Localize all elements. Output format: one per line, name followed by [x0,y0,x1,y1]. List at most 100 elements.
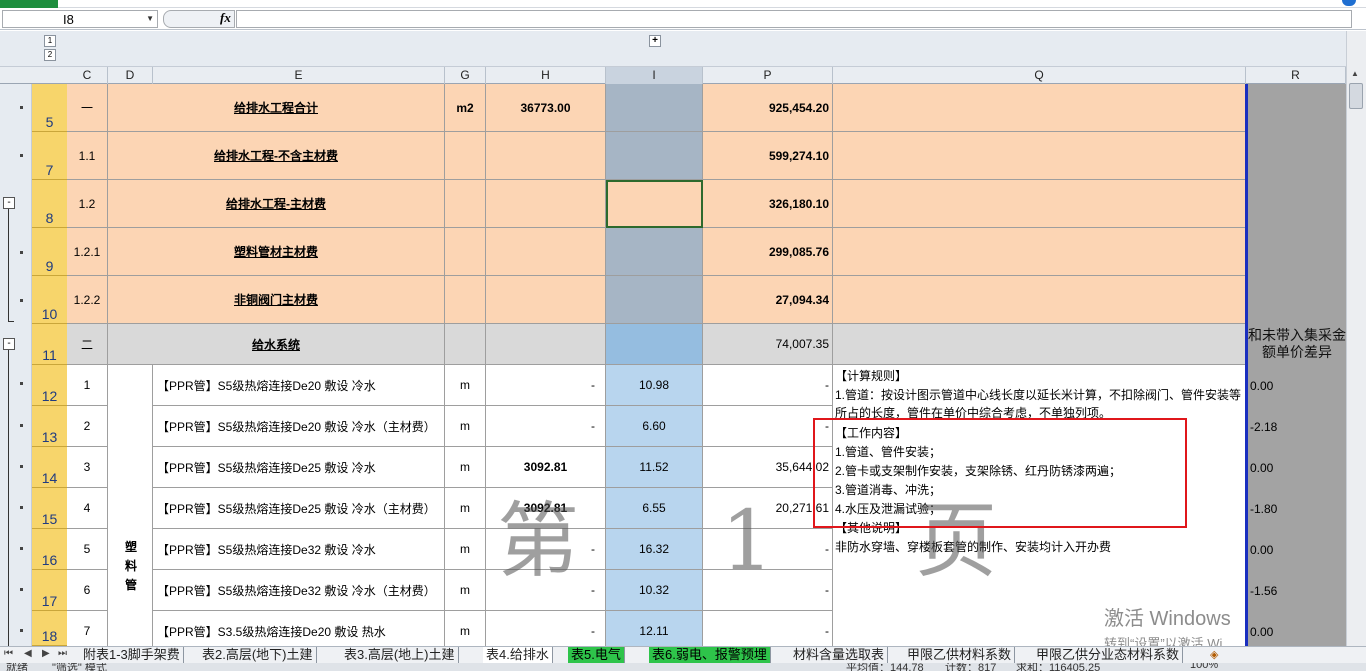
name-box[interactable]: I8 ▼ [2,10,158,28]
cell-e15[interactable]: 【PPR管】S5级热熔连接De25 敷设 冷水（主材费） [153,488,445,529]
row-header[interactable]: 8 [32,180,67,228]
cell-r13[interactable]: -2.18 [1248,406,1346,447]
row-header[interactable]: 13 [32,406,67,447]
row-header[interactable]: 14 [32,447,67,488]
insert-function-icon[interactable]: fx [220,10,231,26]
cell-h7[interactable] [486,132,606,180]
outline-col-level-2-button[interactable]: 2 [44,49,56,61]
sheet-tab[interactable]: 材料含量选取表 [790,647,889,663]
cell-r16[interactable]: 0.00 [1248,529,1346,570]
column-header-c[interactable]: C [67,67,108,84]
sheet-tab-active[interactable]: 表4.给排水 [483,647,553,663]
row-header[interactable]: 18 [32,611,67,646]
sheet-tab[interactable]: 表2.高层(地下)土建 [199,647,317,663]
cell-c8[interactable]: 1.2 [67,180,108,228]
cell-g15[interactable]: m [445,488,486,529]
cell-i13[interactable]: 6.60 [606,406,703,447]
cell-i7[interactable] [606,132,703,180]
cell-i17[interactable]: 10.32 [606,570,703,611]
next-sheet-icon[interactable]: ▶ [42,648,50,659]
cell-i5[interactable] [606,84,703,132]
cell-p9[interactable]: 299,085.76 [703,228,833,276]
cell-h13[interactable]: - [486,406,606,447]
row-header[interactable]: 16 [32,529,67,570]
outline-col-level-1-button[interactable]: 1 [44,35,56,47]
cell-p14[interactable]: 35,644.02 [703,447,833,488]
cell-p18[interactable]: - [703,611,833,646]
cell-h18[interactable]: - [486,611,606,646]
collapse-group-icon[interactable]: - [3,197,15,209]
cell-p13[interactable]: - [703,406,833,447]
zoom-level[interactable]: 100% [1190,663,1218,671]
cell-h12[interactable]: - [486,365,606,406]
column-header-p[interactable]: P [703,67,833,84]
cell-i11[interactable] [606,324,703,365]
cell-e9[interactable]: 塑料管材主材费 [108,228,445,276]
sheet-tab[interactable]: 表3.高层(地上)土建 [341,647,459,663]
cell-q11[interactable] [833,324,1246,365]
cell-p17[interactable]: - [703,570,833,611]
cell-h17[interactable]: - [486,570,606,611]
cell-h14[interactable]: 3092.81 [486,447,606,488]
cell-g17[interactable]: m [445,570,486,611]
cell-p16[interactable]: - [703,529,833,570]
column-header-g[interactable]: G [445,67,486,84]
formula-input[interactable] [236,10,1352,28]
cell-e13[interactable]: 【PPR管】S5级热熔连接De20 敷设 冷水（主材费） [153,406,445,447]
cell-g12[interactable]: m [445,365,486,406]
row-header[interactable]: 5 [32,84,67,132]
first-sheet-icon[interactable]: ⏮ [4,648,13,659]
cell-e8[interactable]: 给排水工程-主材费 [108,180,445,228]
cell-e17[interactable]: 【PPR管】S5级热熔连接De32 敷设 冷水（主材费） [153,570,445,611]
cell-g14[interactable]: m [445,447,486,488]
cell-i12[interactable]: 10.98 [606,365,703,406]
row-header[interactable]: 11 [32,324,67,365]
collapse-group-icon[interactable]: - [3,338,15,350]
cell-i9[interactable] [606,228,703,276]
cell-c17[interactable]: 6 [67,570,108,611]
cell-e5[interactable]: 给排水工程合计 [108,84,445,132]
cell-d-merged[interactable]: 塑料管 [108,365,153,646]
cell-p15[interactable]: 20,271.61 [703,488,833,529]
cell-i18[interactable]: 12.11 [606,611,703,646]
cell-q5[interactable] [833,84,1246,132]
cell-h16[interactable]: - [486,529,606,570]
cell-e11[interactable]: 给水系统 [108,324,445,365]
cell-h9[interactable] [486,228,606,276]
cell-e16[interactable]: 【PPR管】S5级热熔连接De32 敷设 冷水 [153,529,445,570]
column-header-r[interactable]: R [1246,67,1346,84]
vertical-scrollbar[interactable]: ▲ [1346,31,1366,646]
cell-r15[interactable]: -1.80 [1248,488,1346,529]
column-header-h[interactable]: H [486,67,606,84]
cell-h10[interactable] [486,276,606,324]
cell-i10[interactable] [606,276,703,324]
cell-q10[interactable] [833,276,1246,324]
sheet-tab[interactable]: 甲限乙供材料系数 [904,647,1016,663]
cell-c7[interactable]: 1.1 [67,132,108,180]
cell-r12[interactable]: 0.00 [1248,365,1346,406]
cell-r14[interactable]: 0.00 [1248,447,1346,488]
column-header-d[interactable]: D [108,67,153,84]
cell-e14[interactable]: 【PPR管】S5级热熔连接De25 敷设 冷水 [153,447,445,488]
cell-c12[interactable]: 1 [67,365,108,406]
column-header-i[interactable]: I [606,67,703,84]
cell-e10[interactable]: 非铜阀门主材费 [108,276,445,324]
cell-r11-header[interactable]: 和未带入集采金额单价差异 [1248,324,1346,365]
column-header-e[interactable]: E [153,67,445,84]
cell-p8[interactable]: 326,180.10 [703,180,833,228]
cell-g13[interactable]: m [445,406,486,447]
expand-columns-icon[interactable]: + [649,35,661,47]
cell-h8[interactable] [486,180,606,228]
cell-r17[interactable]: -1.56 [1248,570,1346,611]
scrollbar-thumb[interactable] [1349,83,1363,109]
row-header[interactable]: 17 [32,570,67,611]
cell-e18[interactable]: 【PPR管】S3.5级热熔连接De20 敷设 热水 [153,611,445,646]
scroll-up-icon[interactable]: ▲ [1351,69,1359,78]
cell-p5[interactable]: 925,454.20 [703,84,833,132]
cell-c5[interactable]: 一 [67,84,108,132]
row-header[interactable]: 15 [32,488,67,529]
sheet-tab[interactable]: 表6.弱电、报警预埋 [649,647,771,663]
cell-g8[interactable] [445,180,486,228]
cell-i8-selected[interactable] [606,180,703,228]
prev-sheet-icon[interactable]: ◀ [24,648,32,659]
